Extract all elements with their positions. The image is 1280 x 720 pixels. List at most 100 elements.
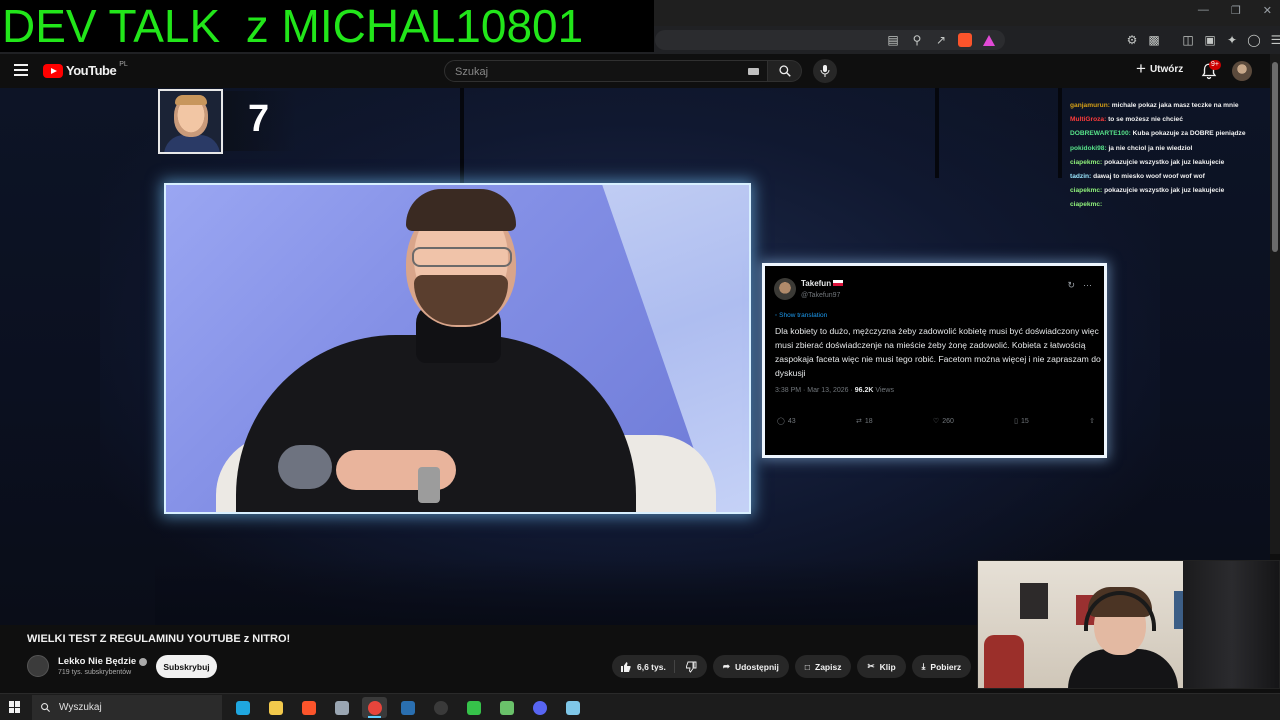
chrome-icon (367, 700, 382, 715)
like-button[interactable]: 6,6 tys. (612, 655, 674, 678)
tweet-share: ⇧ (1089, 417, 1095, 425)
maximize-icon[interactable]: ❐ (1231, 4, 1241, 17)
share-arrow-icon: ➦ (722, 661, 730, 671)
microphone-icon (820, 65, 830, 77)
create-button[interactable]: + Utwórz (1136, 59, 1183, 78)
taskbar-app-obs[interactable] (428, 697, 453, 718)
channel-name[interactable]: Lekko Nie Będzie (58, 656, 148, 667)
brave-shield-icon[interactable] (957, 31, 973, 49)
search-input[interactable] (455, 64, 735, 79)
studio-pillar (460, 88, 464, 188)
youtube-logo[interactable]: YouTube PL (43, 61, 128, 78)
taskbar-apps (230, 697, 585, 718)
save-button[interactable]: □ Zapisz (794, 655, 852, 678)
chat-text: Kuba pokazuje za DOBRE pieniądze (1130, 130, 1246, 138)
chat-username: pokidoki98: (1070, 144, 1107, 152)
guest-video-frame (164, 183, 751, 514)
obs-icon (433, 700, 448, 715)
notifications-badge: 9+ (1209, 60, 1221, 70)
voice-search-button[interactable] (813, 59, 837, 83)
more-icon: ⋯ (1083, 280, 1092, 290)
taskbar-search-label: Wyszukaj (59, 702, 102, 713)
taskbar-app-virtualbox[interactable] (329, 697, 354, 718)
chat-username: DOBREWARTE100: (1070, 130, 1131, 138)
guide-menu-icon[interactable] (14, 64, 28, 76)
subscribe-button[interactable]: Subskrybuj (156, 655, 217, 678)
chat-message: pokidoki98: ja nie chciol ja nie wiedzio… (1070, 142, 1270, 156)
account-avatar[interactable] (1232, 61, 1252, 81)
zoom-icon[interactable]: ⚲ (909, 31, 925, 49)
vpn-icon[interactable]: ◯ (1246, 31, 1262, 49)
chat-username: ganjamurun: (1070, 102, 1110, 109)
plus-icon: + (1136, 59, 1146, 78)
video-actions: 6,6 tys. ➦ Udostępnij □ Zapisz ✂ Klip ⤓ Pobi… (612, 655, 972, 678)
chat-username: ciapekmc: (1070, 201, 1103, 209)
search-icon (41, 703, 51, 713)
chat-text: ja nie chciol ja nie wiedziol (1106, 144, 1193, 152)
youtube-play-icon (43, 63, 63, 78)
windows-start-icon[interactable] (9, 701, 21, 713)
taskbar-app-notepad[interactable] (560, 697, 585, 718)
webcam-chair (984, 635, 1024, 688)
chat-username: MultiGroza: (1070, 116, 1107, 124)
chat-text: michale pokaz jaka masz teczke na mnie (1109, 102, 1239, 109)
share-icon: ⇧ (1089, 418, 1095, 425)
rank-number: 7 (248, 98, 270, 140)
sidebar-icon[interactable]: ◫ (1180, 31, 1196, 49)
explorer-icon (268, 700, 283, 715)
bookmark-icon: ▯ (1014, 418, 1019, 425)
taskbar-app-explorer[interactable] (263, 697, 288, 718)
guest-watch (418, 467, 440, 503)
chat-message: MultiGroza: to se możesz nie chcieć (1070, 113, 1270, 127)
taskbar-app-steam[interactable] (395, 697, 420, 718)
notepad-icon (565, 700, 580, 715)
cast-icon[interactable]: ▤ (885, 31, 901, 49)
chat-text: pokazujcie wszystko jak juz leakujecie (1102, 187, 1225, 195)
tweet-author-name: Takefun (801, 279, 844, 288)
heart-icon: ♡ (932, 418, 940, 425)
channel-avatar[interactable] (27, 655, 49, 677)
dislike-button[interactable] (675, 655, 707, 678)
taskbar-app-app-multi[interactable] (494, 697, 519, 718)
guest-glasses (412, 247, 512, 267)
toolbar-divider (1168, 31, 1174, 49)
tweet-text: Dla kobiety to dużo, mężczyzna żeby zado… (775, 326, 1101, 378)
close-icon[interactable]: ✕ (1263, 4, 1272, 17)
taskbar-search[interactable]: Wyszukaj (32, 695, 222, 720)
chat-text: pokazujcie wszystko jak juz leakujecie (1102, 158, 1225, 166)
taskbar-app-app-green[interactable] (461, 697, 486, 718)
grok-icon: ↻ (1067, 280, 1075, 290)
video-player[interactable]: 7 Takefun @Takefun97 ↻ ⋯ ◦ Show translat… (0, 88, 1270, 625)
search-box (444, 60, 768, 82)
webcam-poster (1020, 583, 1048, 619)
taskbar-app-edge[interactable] (230, 697, 255, 718)
search-button[interactable] (768, 60, 802, 82)
webcam-curtain (1183, 561, 1279, 688)
edge-icon (235, 700, 250, 715)
like-dislike-group: 6,6 tys. (612, 655, 707, 678)
page-scrollbar[interactable] (1270, 54, 1280, 554)
taskbar-app-brave[interactable] (296, 697, 321, 718)
youtube-logo-text: YouTube (66, 63, 117, 78)
minimize-icon[interactable]: — (1198, 4, 1209, 17)
clip-button[interactable]: ✂ Klip (857, 655, 906, 678)
stream-chat-overlay: ganjamurun: michale pokaz jaka masz tecz… (1070, 99, 1270, 213)
youtube-header: YouTube PL + Utwórz 9+ (0, 54, 1270, 88)
share-icon[interactable]: ↗ (933, 31, 949, 49)
taskbar-app-chrome[interactable] (362, 697, 387, 718)
leo-ai-icon[interactable]: ✦ (1224, 31, 1240, 49)
menu-icon[interactable]: ☰ (1268, 31, 1280, 49)
extensions-icon[interactable]: ⚙ (1124, 31, 1140, 49)
taskbar-app-discord[interactable] (527, 697, 552, 718)
brave-rewards-icon[interactable] (981, 31, 997, 49)
tweet-bookmark: ▯ 15 (1014, 417, 1029, 426)
scrollbar-thumb[interactable] (1272, 62, 1278, 252)
keyboard-icon[interactable] (748, 68, 759, 75)
wallet-icon[interactable]: ▣ (1202, 31, 1218, 49)
virtualbox-icon (334, 700, 349, 715)
tab-search-icon[interactable]: ▩ (1146, 31, 1162, 49)
download-button[interactable]: ⤓ Pobierz (911, 655, 972, 678)
portrait-shirt (164, 135, 220, 152)
tweet-meta: 3:38 PM · Mar 13, 2026 · 96.2K Views (775, 387, 894, 394)
share-button[interactable]: ➦ Udostępnij (712, 655, 789, 678)
